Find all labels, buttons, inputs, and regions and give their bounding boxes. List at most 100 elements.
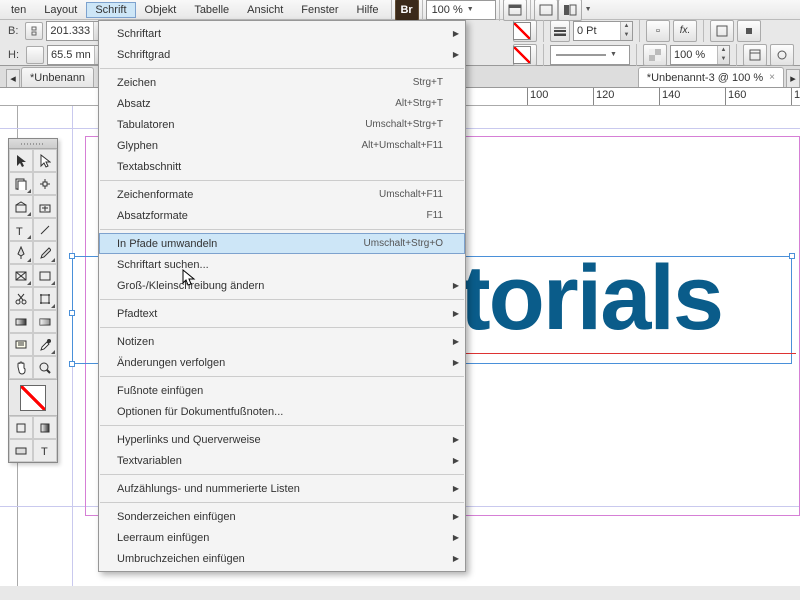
document-tab-1[interactable]: *Unbenann: [21, 67, 94, 87]
zoom-value: 100 %: [432, 4, 463, 16]
menu-hilfe[interactable]: Hilfe: [348, 2, 388, 18]
pencil-tool[interactable]: [33, 241, 57, 264]
direct-selection-tool[interactable]: [33, 149, 57, 172]
menu-item-label: Zeichen: [117, 77, 156, 89]
menu-item[interactable]: Aufzählungs- und nummerierte Listen▶: [99, 478, 465, 499]
menu-item-label: Zeichenformate: [117, 189, 193, 201]
menu-item[interactable]: Textvariablen▶: [99, 450, 465, 471]
menu-item[interactable]: Schriftart suchen...: [99, 254, 465, 275]
zoom-dropdown[interactable]: 100 %▼: [426, 0, 496, 20]
note-tool[interactable]: [9, 333, 33, 356]
stroke-style-dropdown[interactable]: ▼: [550, 45, 630, 65]
separator: [499, 0, 500, 21]
menu-fenster[interactable]: Fenster: [292, 2, 347, 18]
hand-tool[interactable]: [9, 356, 33, 379]
menu-item[interactable]: In Pfade umwandelnUmschalt+Strg+O: [99, 233, 465, 254]
stroke-input[interactable]: [574, 22, 620, 40]
gap-tool[interactable]: [33, 172, 57, 195]
menu-item[interactable]: Sonderzeichen einfügen▶: [99, 506, 465, 527]
scissors-tool[interactable]: [9, 287, 33, 310]
menu-item[interactable]: Leerraum einfügen▶: [99, 527, 465, 548]
wrap-icon-2[interactable]: [737, 20, 761, 42]
content-placer-tool[interactable]: [33, 195, 57, 218]
menu-item-label: Absatz: [117, 98, 151, 110]
opacity-field[interactable]: ▲▼: [670, 45, 730, 65]
wrap-icon-4[interactable]: [770, 44, 794, 66]
text-content: torials: [460, 246, 722, 351]
menu-ansicht[interactable]: Ansicht: [238, 2, 292, 18]
link-icon[interactable]: [26, 46, 44, 64]
page-tool[interactable]: [9, 172, 33, 195]
rectangle-tool[interactable]: [33, 264, 57, 287]
menu-item-label: Groß-/Kleinschreibung ändern: [117, 280, 264, 292]
stroke-none-icon[interactable]: [513, 46, 531, 64]
menu-item[interactable]: AbsatzformateF11: [99, 205, 465, 226]
tab-scroll-right[interactable]: ▸: [786, 69, 800, 87]
menu-item[interactable]: GlyphenAlt+Umschalt+F11: [99, 135, 465, 156]
stroke-field[interactable]: ▲▼: [573, 21, 633, 41]
height-input[interactable]: [48, 46, 94, 64]
menu-item[interactable]: ZeichenStrg+T: [99, 72, 465, 93]
wrap-icon-1[interactable]: [710, 20, 734, 42]
fill-none-icon[interactable]: [513, 22, 531, 40]
panel-grip[interactable]: [9, 139, 57, 149]
menu-item[interactable]: Textabschnitt: [99, 156, 465, 177]
menu-shortcut: Umschalt+Strg+O: [364, 238, 443, 249]
tab-scroll-left[interactable]: ◂: [6, 69, 20, 87]
close-icon[interactable]: ×: [769, 72, 775, 83]
menu-item[interactable]: Groß-/Kleinschreibung ändern▶: [99, 275, 465, 296]
opacity-icon[interactable]: [643, 44, 667, 66]
rectangle-frame-tool[interactable]: [9, 264, 33, 287]
format-text-icon[interactable]: T: [33, 439, 57, 462]
eyedropper-tool[interactable]: [33, 333, 57, 356]
menu-item[interactable]: Schriftgrad▶: [99, 44, 465, 65]
selection-tool[interactable]: [9, 149, 33, 172]
link-icon[interactable]: [25, 22, 43, 40]
fx-icon[interactable]: fx.: [673, 20, 697, 42]
menu-item[interactable]: Änderungen verfolgen▶: [99, 352, 465, 373]
menu-tabelle[interactable]: Tabelle: [185, 2, 238, 18]
submenu-arrow-icon: ▶: [453, 50, 459, 59]
document-tab-2[interactable]: *Unbenannt-3 @ 100 %×: [638, 67, 784, 87]
width-label: B:: [4, 25, 22, 37]
stroke-weight-icon[interactable]: [550, 20, 570, 42]
menu-item-label: Textabschnitt: [117, 161, 181, 173]
menu-item[interactable]: Optionen für Dokumentfußnoten...: [99, 401, 465, 422]
separator: [543, 44, 544, 66]
menu-item[interactable]: TabulatorenUmschalt+Strg+T: [99, 114, 465, 135]
menu-item[interactable]: AbsatzAlt+Strg+T: [99, 93, 465, 114]
free-transform-tool[interactable]: [33, 287, 57, 310]
menu-shortcut: F11: [427, 210, 444, 221]
menu-item[interactable]: Notizen▶: [99, 331, 465, 352]
gradient-swatch-tool[interactable]: [9, 310, 33, 333]
effects-icon[interactable]: ▫: [646, 20, 670, 42]
menu-objekt[interactable]: Objekt: [136, 2, 186, 18]
svg-text:T: T: [16, 226, 23, 236]
gradient-feather-tool[interactable]: [33, 310, 57, 333]
menu-item[interactable]: Schriftart▶: [99, 23, 465, 44]
opacity-input[interactable]: [671, 46, 717, 64]
apply-gradient-icon[interactable]: [33, 416, 57, 439]
apply-color-icon[interactable]: [9, 416, 33, 439]
content-collector-tool[interactable]: [9, 195, 33, 218]
menu-item[interactable]: Hyperlinks und Querverweise▶: [99, 429, 465, 450]
menu-layout[interactable]: Layout: [35, 2, 86, 18]
fill-stroke-swatch[interactable]: [9, 379, 57, 415]
wrap-icon-3[interactable]: [743, 44, 767, 66]
menu-item[interactable]: Umbruchzeichen einfügen▶: [99, 548, 465, 569]
menu-item[interactable]: ten: [2, 2, 35, 18]
submenu-arrow-icon: ▶: [453, 435, 459, 444]
menu-item[interactable]: ZeichenformateUmschalt+F11: [99, 184, 465, 205]
line-tool[interactable]: [33, 218, 57, 241]
menu-item-label: Optionen für Dokumentfußnoten...: [117, 406, 283, 418]
bridge-button[interactable]: Br: [395, 0, 419, 21]
width-input[interactable]: [47, 22, 93, 40]
svg-text:T: T: [41, 446, 48, 457]
menu-item[interactable]: Pfadtext▶: [99, 303, 465, 324]
format-container-icon[interactable]: [9, 439, 33, 462]
zoom-tool[interactable]: [33, 356, 57, 379]
pen-tool[interactable]: [9, 241, 33, 264]
type-tool[interactable]: T: [9, 218, 33, 241]
menu-schrift[interactable]: Schrift: [86, 2, 135, 18]
menu-item-label: Umbruchzeichen einfügen: [117, 553, 245, 565]
